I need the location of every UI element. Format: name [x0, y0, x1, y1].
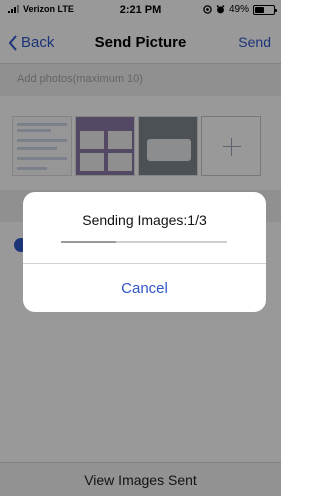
alert-title: Sending Images:1/3 [82, 212, 207, 228]
upload-progress-bar [61, 241, 227, 243]
upload-progress-fill [61, 241, 116, 243]
sending-alert: Sending Images:1/3 Cancel [23, 192, 266, 312]
cancel-button[interactable]: Cancel [23, 264, 266, 312]
cancel-label: Cancel [121, 279, 168, 297]
